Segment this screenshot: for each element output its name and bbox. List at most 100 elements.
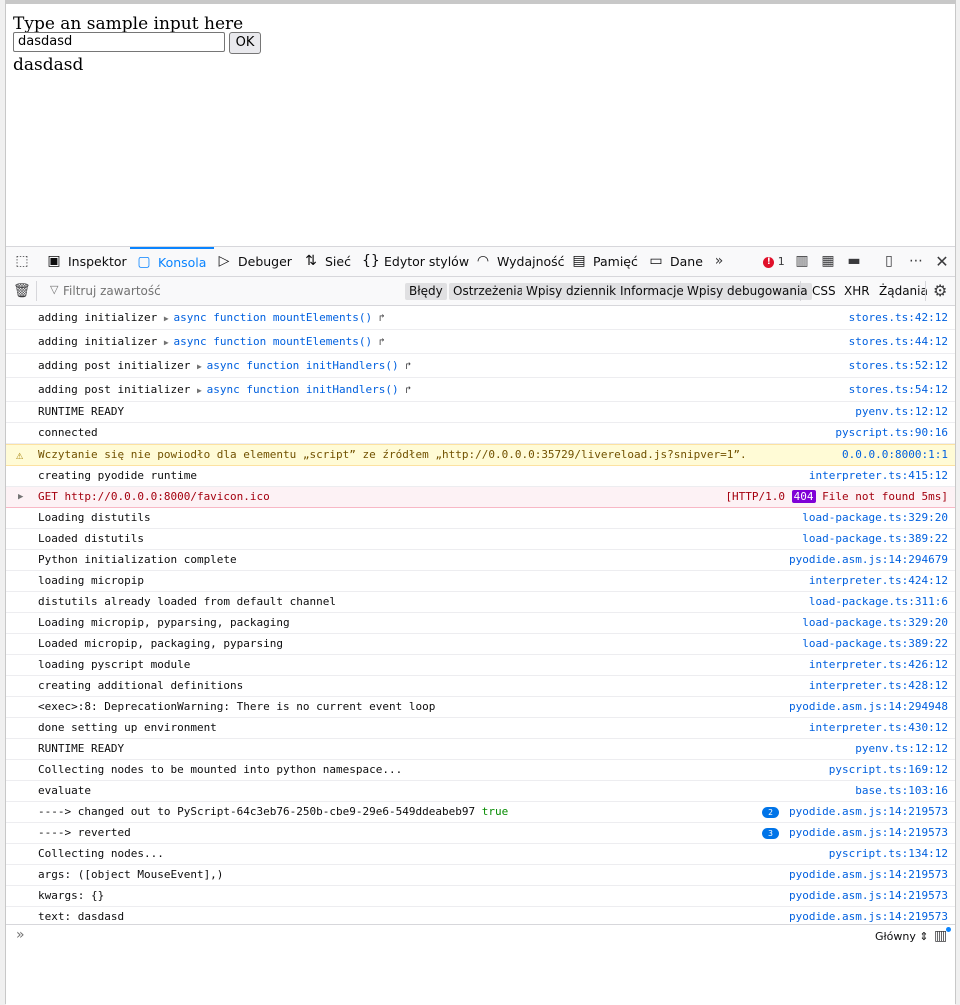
source-link[interactable]: pyodide.asm.js:14:294679: [789, 550, 948, 570]
log-message: adding initializer: [38, 311, 164, 324]
console-input-bar[interactable]: » Główny ⇕ ▥: [6, 924, 955, 949]
log-row: Python initialization complete pyodide.a…: [6, 550, 955, 571]
log-row: adding post initializer ▶ async function…: [6, 354, 955, 378]
close-icon[interactable]: ✕: [932, 247, 952, 276]
source-link[interactable]: load-package.ts:389:22: [802, 634, 948, 654]
filter-warnings-button[interactable]: Ostrzeżenia: [449, 283, 528, 300]
source-link[interactable]: interpreter.ts:415:12: [809, 466, 948, 486]
log-row: adding initializer ▶ async function moun…: [6, 306, 955, 330]
source-link[interactable]: interpreter.ts:424:12: [809, 571, 948, 591]
source-link[interactable]: stores.ts:44:12: [849, 330, 948, 353]
filter-errors-button[interactable]: Błędy: [405, 283, 447, 300]
filter-xhr-button[interactable]: XHR: [844, 283, 870, 300]
log-row: adding initializer ▶ async function moun…: [6, 330, 955, 354]
network-error-row[interactable]: ▶ GET http://0.0.0.0:8000/favicon.ico [H…: [6, 487, 955, 508]
error-count: 1: [777, 255, 785, 268]
source-link[interactable]: interpreter.ts:430:12: [809, 718, 948, 738]
source-link[interactable]: load-package.ts:389:22: [802, 529, 948, 549]
function-link[interactable]: async function initHandlers(): [207, 383, 399, 396]
filter-debug-button[interactable]: Wpisy debugowania: [683, 283, 812, 300]
tab-network[interactable]: ⇅ Sieć: [303, 247, 351, 276]
log-row: ----> changed out to PyScript-64c3eb76-2…: [6, 802, 955, 823]
filter-css-button[interactable]: CSS: [812, 283, 836, 300]
jump-to-definition-icon[interactable]: ↱: [405, 385, 411, 396]
ok-button[interactable]: OK: [229, 32, 261, 54]
tab-style-editor[interactable]: {} Edytor stylów: [362, 247, 469, 276]
context-selector[interactable]: Główny ⇕: [875, 930, 929, 943]
expand-triangle-icon[interactable]: ▶: [197, 386, 207, 395]
output-text: dasdasd: [13, 55, 84, 75]
error-count-button[interactable]: ! 1: [762, 247, 786, 276]
source-link[interactable]: load-package.ts:329:20: [802, 508, 948, 528]
function-link[interactable]: async function initHandlers(): [207, 359, 399, 372]
source-link[interactable]: interpreter.ts:426:12: [809, 655, 948, 675]
divider: [36, 281, 37, 301]
log-message: GET http://0.0.0.0:8000/favicon.ico: [38, 490, 270, 503]
log-row: loading pyscript module interpreter.ts:4…: [6, 655, 955, 676]
jump-to-definition-icon[interactable]: ↱: [379, 337, 385, 348]
jump-to-definition-icon[interactable]: ↱: [379, 313, 385, 324]
element-picker-icon[interactable]: ⬚: [12, 247, 32, 276]
source-link[interactable]: load-package.ts:311:6: [809, 592, 948, 612]
source-link[interactable]: interpreter.ts:428:12: [809, 676, 948, 696]
source-link[interactable]: pyodide.asm.js:14:219573: [789, 805, 948, 818]
expand-triangle-icon[interactable]: ▶: [197, 362, 207, 371]
source-link[interactable]: 0.0.0.0:8000:1:1: [842, 445, 948, 465]
ruler-icon[interactable]: ▬: [844, 247, 864, 276]
tab-storage[interactable]: ▭ Dane: [648, 247, 703, 276]
source-link[interactable]: pyscript.ts:134:12: [829, 844, 948, 864]
log-message: connected: [38, 426, 98, 439]
gear-icon[interactable]: ⚙: [933, 281, 947, 300]
function-link[interactable]: async function mountElements(): [173, 335, 372, 348]
status-badge: 404: [791, 490, 816, 503]
filter-requests-button[interactable]: Żądania: [879, 283, 928, 300]
source-link[interactable]: pyenv.ts:12:12: [855, 739, 948, 759]
source-link[interactable]: pyodide.asm.js:14:294948: [789, 697, 948, 717]
source-link[interactable]: stores.ts:42:12: [849, 306, 948, 329]
http-status: [HTTP/1.0 404 File not found 5ms]: [725, 487, 948, 507]
log-row: distutils already loaded from default ch…: [6, 592, 955, 613]
divider: [800, 281, 801, 301]
source-link[interactable]: pyodide.asm.js:14:219573: [789, 865, 948, 885]
jump-to-definition-icon[interactable]: ↱: [405, 361, 411, 372]
more-options-icon[interactable]: ⋯: [906, 247, 926, 276]
log-row: RUNTIME READY pyenv.ts:12:12: [6, 402, 955, 423]
tab-inspector[interactable]: ▣ Inspektor: [46, 247, 126, 276]
dock-mode-icon[interactable]: ▯: [879, 247, 899, 276]
source-link[interactable]: pyscript.ts:169:12: [829, 760, 948, 780]
log-row: Loaded micropip, packaging, pyparsing lo…: [6, 634, 955, 655]
filter-logs-button[interactable]: Wpisy dziennika: [522, 283, 628, 300]
source-link[interactable]: load-package.ts:329:20: [802, 613, 948, 633]
source-link[interactable]: pyodide.asm.js:14:219573: [789, 826, 948, 839]
source-link[interactable]: pyscript.ts:90:16: [835, 423, 948, 443]
tab-debugger[interactable]: ▷ Debuger: [216, 247, 292, 276]
tab-performance[interactable]: ◠ Wydajność: [475, 247, 565, 276]
warning-icon: ⚠: [16, 448, 24, 462]
pick-frame-icon[interactable]: ▦: [818, 247, 838, 276]
tab-memory[interactable]: ▤ Pamięć: [571, 247, 637, 276]
source-link[interactable]: pyenv.ts:12:12: [855, 402, 948, 422]
source-link[interactable]: pyodide.asm.js:14:219573: [789, 886, 948, 906]
filter-info-button[interactable]: Informacje: [616, 283, 688, 300]
log-row: args: ([object MouseEvent],) pyodide.asm…: [6, 865, 955, 886]
log-message: done setting up environment: [38, 721, 217, 734]
function-link[interactable]: async function mountElements(): [173, 311, 372, 324]
repeat-count-badge: 3: [762, 827, 780, 839]
expand-triangle-icon[interactable]: ▶: [18, 487, 23, 507]
log-message: args: ([object MouseEvent],): [38, 868, 224, 881]
tab-console[interactable]: ▢ Konsola: [130, 247, 215, 276]
sample-input[interactable]: dasdasd: [13, 32, 225, 52]
log-row: done setting up environment interpreter.…: [6, 718, 955, 739]
split-console-icon[interactable]: ▥: [792, 247, 812, 276]
log-row: Loading micropip, pyparsing, packaging l…: [6, 613, 955, 634]
more-tabs-chevron-icon[interactable]: »: [709, 247, 729, 276]
input-prompt: Type an sample input here: [13, 14, 244, 34]
filter-input[interactable]: Filtruj zawartość: [63, 284, 161, 298]
log-message: adding initializer: [38, 335, 164, 348]
source-link[interactable]: stores.ts:54:12: [849, 378, 948, 401]
log-row: loading micropip interpreter.ts:424:12: [6, 571, 955, 592]
clear-console-trash-icon[interactable]: 🗑: [13, 283, 31, 299]
source-link[interactable]: base.ts:103:16: [855, 781, 948, 801]
tab-label: Edytor stylów: [384, 254, 470, 269]
source-link[interactable]: stores.ts:52:12: [849, 354, 948, 377]
